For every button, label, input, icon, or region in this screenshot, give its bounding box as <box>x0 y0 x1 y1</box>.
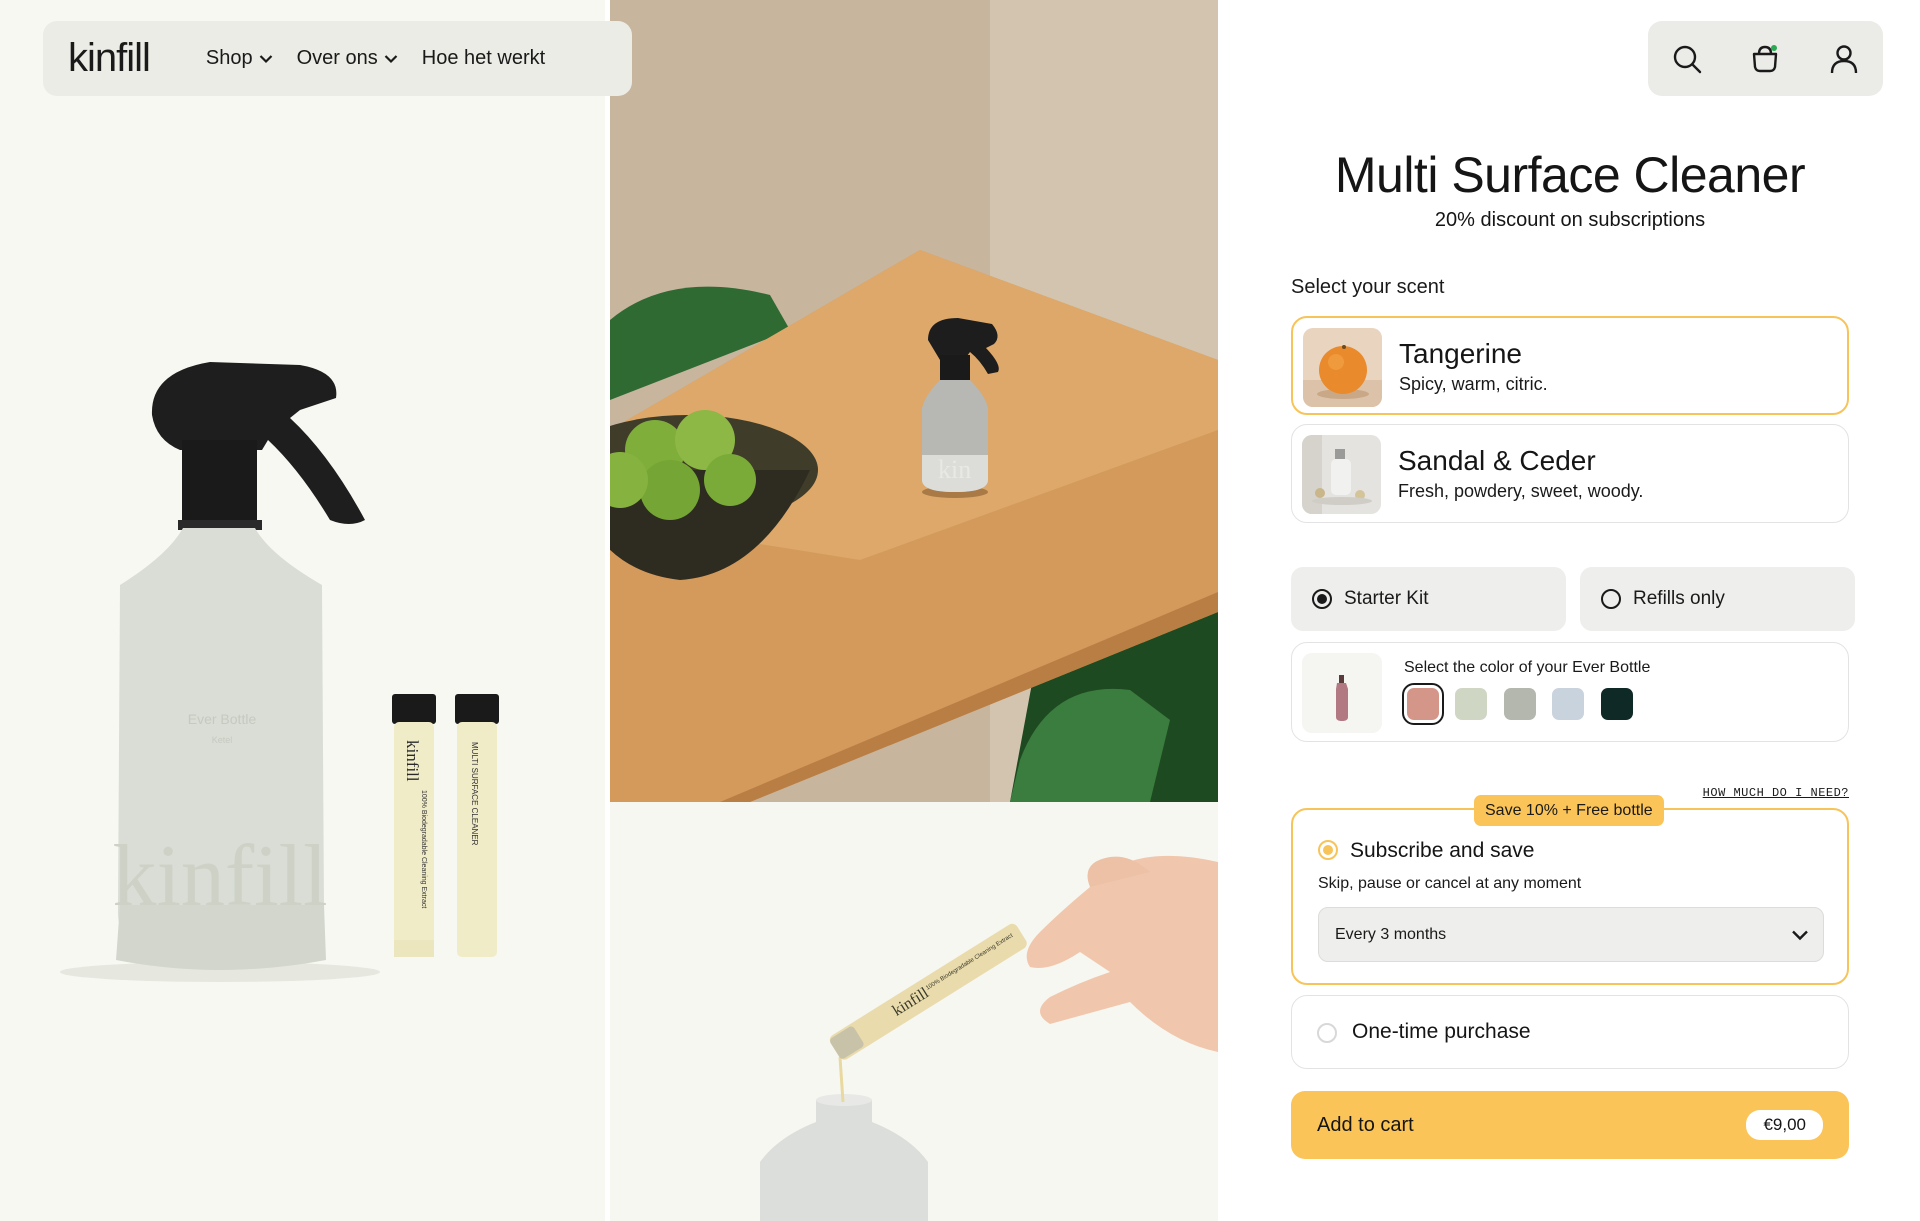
gallery-image-pouring[interactable]: kinfill 100% Biodegradable Cleaning Extr… <box>610 802 1218 1221</box>
bottle-print: kinfill <box>112 828 327 925</box>
product-gallery: Ever Bottle Ketel kinfill kinfill 100% B… <box>0 0 1218 1221</box>
scent-description: Fresh, powdery, sweet, woody. <box>1398 481 1644 501</box>
bottle-color-selector: Select the color of your Ever Bottle <box>1291 642 1849 742</box>
silver-bottle-print: kin <box>938 455 971 484</box>
product-subtitle: 20% discount on subscriptions <box>1434 209 1706 231</box>
one-time-purchase-option[interactable]: One-time purchase <box>1291 995 1849 1069</box>
main-nav: kinfill Shop Over ons Hoe het werkt <box>43 21 632 96</box>
pouring-illustration: kinfill 100% Biodegradable Cleaning Extr… <box>610 802 1218 1221</box>
subscribe-description: Skip, pause or cancel at any moment <box>1318 875 1582 892</box>
refill-1-text: 100% Biodegradable Cleaning Extract <box>420 790 427 908</box>
scent-name: Sandal & Ceder <box>1398 445 1596 476</box>
chevron-down-icon <box>1792 930 1808 940</box>
option-label: Refills only <box>1633 588 1725 609</box>
scent-option-sandal-ceder[interactable]: Sandal & Ceder Fresh, powdery, sweet, wo… <box>1291 424 1849 523</box>
one-time-label: One-time purchase <box>1352 1020 1531 1043</box>
account-button[interactable] <box>1824 39 1864 79</box>
save-badge: Save 10% + Free bottle <box>1474 795 1664 826</box>
color-swatch-sage[interactable] <box>1455 688 1487 720</box>
radio-unselected-icon <box>1317 1023 1337 1043</box>
nav-item-hoe-het-werkt[interactable]: Hoe het werkt <box>422 47 545 70</box>
color-swatch-grey[interactable] <box>1504 688 1536 720</box>
nav-item-over-ons[interactable]: Over ons <box>297 47 398 70</box>
bottle-label-sub: Ketel <box>212 735 233 745</box>
scent-option-tangerine[interactable]: Tangerine Spicy, warm, citric. <box>1291 316 1849 415</box>
nav-item-hoe-het-werkt-label: Hoe het werkt <box>421 47 546 69</box>
chevron-down-icon <box>384 54 398 63</box>
product-set-illustration: Ever Bottle Ketel kinfill kinfill 100% B… <box>60 362 499 982</box>
color-swatch-dark-green[interactable] <box>1601 688 1633 720</box>
add-to-cart-label: Add to cart <box>1317 1113 1414 1136</box>
search-icon <box>1673 45 1702 73</box>
sandal-ceder-thumbnail <box>1302 435 1381 514</box>
scent-description: Spicy, warm, citric. <box>1399 374 1548 394</box>
bottle-label: Ever Bottle <box>188 711 257 727</box>
subscribe-option[interactable]: Subscribe and save Skip, pause or cancel… <box>1291 808 1849 985</box>
table-scene-illustration: kin <box>610 0 1218 802</box>
radio-selected-icon <box>1312 589 1332 609</box>
nav-item-shop[interactable]: Shop <box>206 47 273 70</box>
how-much-link[interactable]: HOW MUCH DO I NEED? <box>1703 786 1849 800</box>
gallery-image-table-scene[interactable]: kin <box>610 0 1218 802</box>
refill-2-text: MULTI SURFACE CLEANER <box>470 742 479 846</box>
kinfill-logo[interactable]: kinfill <box>68 36 151 81</box>
chevron-down-icon <box>259 54 272 63</box>
frequency-value: Every 3 months <box>1335 925 1447 943</box>
refill-1-brand: kinfill <box>403 740 422 782</box>
option-label: Starter Kit <box>1344 588 1429 609</box>
cart-button[interactable] <box>1745 39 1785 79</box>
account-icon <box>1830 44 1858 73</box>
option-starter-kit[interactable]: Starter Kit <box>1291 567 1566 631</box>
gallery-image-product-set[interactable]: Ever Bottle Ketel kinfill kinfill 100% B… <box>0 0 605 1221</box>
color-swatch-blue[interactable] <box>1552 688 1584 720</box>
radio-selected-icon <box>1318 840 1338 860</box>
radio-unselected-icon <box>1601 589 1621 609</box>
ever-bottle-thumbnail <box>1302 653 1382 733</box>
option-refills-only[interactable]: Refills only <box>1580 567 1855 631</box>
header-icon-bar <box>1648 21 1883 96</box>
subscribe-title: Subscribe and save <box>1350 839 1535 862</box>
scent-name: Tangerine <box>1399 338 1522 369</box>
price-badge: €9,00 <box>1746 1110 1823 1140</box>
nav-item-shop-label: Shop <box>205 47 253 69</box>
nav-item-over-ons-label: Over ons <box>296 47 378 69</box>
scent-label: Select your scent <box>1291 276 1445 298</box>
color-label: Select the color of your Ever Bottle <box>1404 659 1651 676</box>
add-to-cart-button[interactable]: Add to cart €9,00 <box>1291 1091 1849 1159</box>
frequency-select[interactable]: Every 3 months <box>1318 907 1824 962</box>
color-swatch-pink[interactable] <box>1402 683 1444 725</box>
search-button[interactable] <box>1667 39 1707 79</box>
product-title: Multi Surface Cleaner <box>1334 147 1806 203</box>
tangerine-thumbnail <box>1303 328 1382 407</box>
